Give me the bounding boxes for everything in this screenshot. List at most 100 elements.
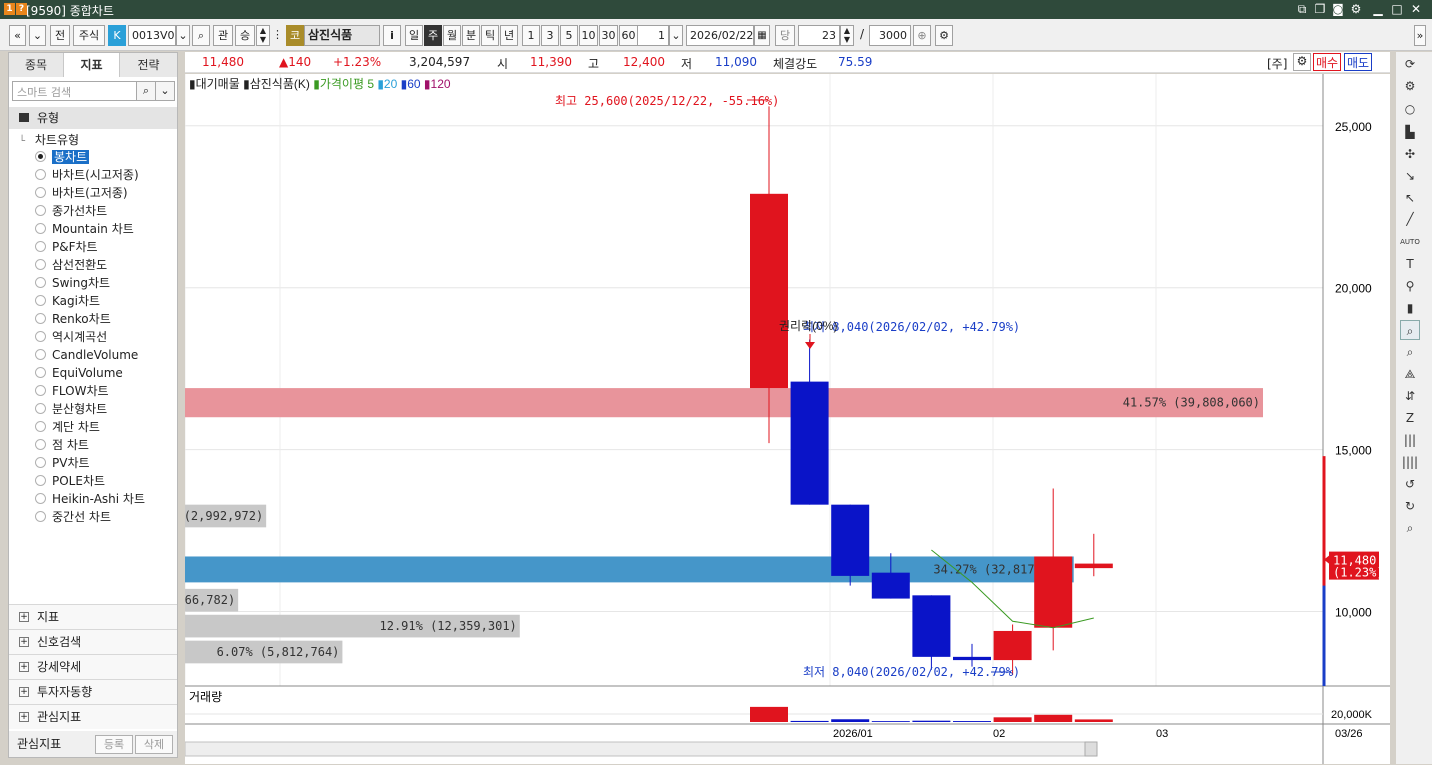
zoom-icon[interactable]: ⌕ [1400, 320, 1420, 340]
interval-dropdown-icon[interactable]: ⌄ [669, 25, 683, 46]
nav-dropdown-button[interactable]: ⌄ [29, 25, 46, 46]
minimize-icon[interactable]: ▁ [1370, 2, 1386, 17]
gear-icon[interactable]: ⚙ [1293, 53, 1311, 71]
chart-type-item[interactable]: 분산형차트 [35, 401, 107, 418]
zoom-search-icon[interactable]: ⌕ [1400, 342, 1420, 362]
candle-body[interactable] [1034, 556, 1073, 628]
chart-type-item[interactable]: Heikin-Ashi 차트 [35, 491, 145, 508]
expand-icon[interactable]: + [19, 687, 29, 697]
chart-type-item[interactable]: CandleVolume [35, 347, 138, 364]
nav-prev-button[interactable]: « [9, 25, 26, 46]
radio-icon[interactable] [35, 367, 46, 378]
magnifier-icon[interactable]: ⌕ [1400, 518, 1420, 538]
zoom-in-icon[interactable]: ⊕ [913, 25, 931, 46]
interval-button[interactable]: 3 [541, 25, 559, 46]
interval-select[interactable]: 1 [637, 25, 669, 46]
chart-area[interactable]: 25,000 20,000 15,000 10,000 41.57% (39,808,0… [185, 74, 1390, 764]
search-icon[interactable]: ⌕ [192, 25, 210, 46]
radio-icon[interactable] [35, 349, 46, 360]
redo-icon[interactable]: ↻ [1400, 496, 1420, 516]
scroll-right-button[interactable] [1084, 741, 1098, 757]
camera-icon[interactable]: ◙ [1330, 2, 1346, 17]
info-button[interactable]: i [383, 25, 401, 46]
stock-name-field[interactable]: 삼진식품 [304, 25, 380, 46]
tab-strategy[interactable]: 전략 [120, 53, 177, 77]
interval-button[interactable]: 1 [522, 25, 540, 46]
folder-item[interactable]: + 강세약세 [9, 654, 177, 679]
chart-type-item[interactable]: 중간선 차트 [35, 509, 111, 526]
sell-button[interactable]: 매도 [1344, 53, 1373, 71]
period-tab[interactable]: 일 [405, 25, 423, 46]
tree-root[interactable]: └ 차트유형 [19, 131, 79, 148]
folder-item[interactable]: + 관심지표 [9, 704, 177, 729]
total-count-input[interactable]: 3000 [869, 25, 911, 46]
unit-label[interactable]: [주] [1267, 55, 1287, 72]
expand-icon[interactable]: + [19, 662, 29, 672]
settings-icon[interactable]: ⚙ [935, 25, 953, 46]
candle-icon[interactable]: ▮ [1400, 298, 1420, 318]
interval-button[interactable]: 5 [560, 25, 578, 46]
candle-body[interactable] [1074, 563, 1113, 569]
chart-type-item[interactable]: 삼선전환도 [35, 257, 107, 274]
radio-icon[interactable] [35, 511, 46, 522]
all-button[interactable]: 전 [50, 25, 70, 46]
rise-button[interactable]: 승 [235, 25, 255, 46]
candlestick-chart[interactable]: 25,000 20,000 15,000 10,000 41.57% (39,808,0… [185, 74, 1390, 764]
zigzag-icon[interactable]: Z [1400, 408, 1420, 428]
register-button[interactable]: 등록 [95, 735, 133, 754]
cycle-icon[interactable]: |||| [1400, 452, 1420, 472]
radio-icon[interactable] [35, 223, 46, 234]
section-type[interactable]: 유형 [9, 107, 177, 129]
radio-icon[interactable] [35, 187, 46, 198]
gann-icon[interactable]: ||| [1400, 430, 1420, 450]
period-tab[interactable]: 월 [443, 25, 461, 46]
folder-item[interactable]: + 신호검색 [9, 629, 177, 654]
interval-button[interactable]: 60 [619, 25, 638, 46]
radio-icon[interactable] [35, 457, 46, 468]
tab-indicator[interactable]: 지표 [64, 53, 120, 77]
delete-button[interactable]: 삭제 [135, 735, 173, 754]
all-tools-icon[interactable]: ⚲ [1400, 276, 1420, 296]
radio-icon[interactable] [35, 403, 46, 414]
chart-type-item[interactable]: FLOW차트 [35, 383, 109, 400]
window-badge-number[interactable]: 1 [4, 3, 15, 15]
chart-type-item[interactable]: Swing차트 [35, 275, 110, 292]
stock-code-input[interactable]: 0013V0 [128, 25, 176, 46]
candle-body[interactable] [750, 193, 788, 389]
date-input[interactable]: 2026/02/22 [686, 25, 754, 46]
candle-body[interactable] [953, 656, 991, 661]
radio-icon[interactable] [35, 475, 46, 486]
candle-body[interactable] [993, 630, 1032, 661]
tab-stock[interactable]: 종목 [9, 53, 64, 77]
count-stepper[interactable]: ▲ ▼ [840, 25, 854, 46]
period-tab[interactable]: 년 [500, 25, 518, 46]
chart-type-item[interactable]: 역시계곡선 [35, 329, 107, 346]
radio-icon[interactable] [35, 259, 46, 270]
chart-type-item[interactable]: 계단 차트 [35, 419, 100, 436]
candle-body[interactable] [871, 572, 910, 599]
radio-icon[interactable] [35, 385, 46, 396]
folder-item[interactable]: + 지표 [9, 604, 177, 629]
refresh-icon[interactable]: ⟳ [1400, 54, 1420, 74]
chart-type-item[interactable]: POLE차트 [35, 473, 105, 490]
code-dropdown-icon[interactable]: ⌄ [176, 25, 190, 46]
fibonacci-icon[interactable]: ⟁ [1400, 364, 1420, 384]
chart-type-item[interactable]: 봉차트 [35, 149, 90, 166]
radio-icon[interactable] [35, 493, 46, 504]
radio-icon[interactable] [35, 151, 46, 162]
folder-item[interactable]: + 투자자동향 [9, 679, 177, 704]
chart-type-item[interactable]: Renko차트 [35, 311, 111, 328]
period-tab[interactable]: 틱 [481, 25, 499, 46]
buy-button[interactable]: 매수 [1313, 53, 1342, 71]
link-icon[interactable]: ⧉ [1294, 2, 1310, 17]
auto-line-icon[interactable]: AUTO [1400, 232, 1420, 252]
candle-body[interactable] [831, 504, 870, 576]
chevron-down-icon[interactable]: ⌄ [155, 81, 175, 101]
radio-icon[interactable] [35, 295, 46, 306]
period-tab[interactable]: 분 [462, 25, 480, 46]
spin-stepper[interactable]: ▲ ▼ [256, 25, 270, 46]
pattern-icon[interactable]: ⇵ [1400, 386, 1420, 406]
radio-icon[interactable] [35, 241, 46, 252]
expand-icon[interactable]: + [19, 612, 29, 622]
more-icon[interactable]: ⋮ [272, 25, 283, 46]
